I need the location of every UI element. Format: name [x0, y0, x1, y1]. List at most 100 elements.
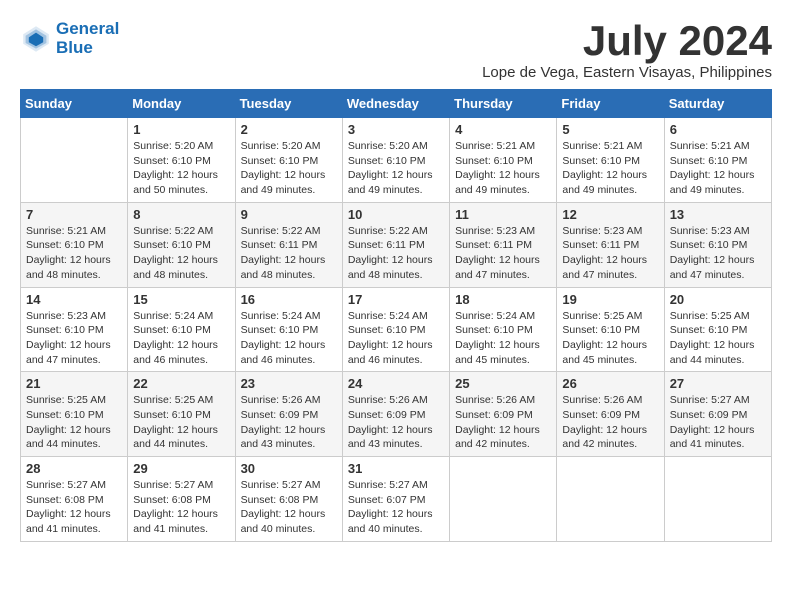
day-info: Sunrise: 5:27 AMSunset: 6:08 PMDaylight:…	[241, 478, 337, 537]
day-number: 19	[562, 292, 658, 307]
calendar-cell	[557, 457, 664, 542]
day-number: 9	[241, 207, 337, 222]
day-number: 21	[26, 376, 122, 391]
title-block: July 2024 Lope de Vega, Eastern Visayas,…	[482, 20, 772, 81]
calendar-cell	[664, 457, 771, 542]
calendar-cell: 27 Sunrise: 5:27 AMSunset: 6:09 PMDayligh…	[664, 372, 771, 457]
calendar-cell: 1 Sunrise: 5:20 AMSunset: 6:10 PMDaylight…	[128, 118, 235, 203]
day-info: Sunrise: 5:22 AMSunset: 6:11 PMDaylight:…	[348, 224, 444, 283]
day-info: Sunrise: 5:24 AMSunset: 6:10 PMDaylight:…	[348, 309, 444, 368]
calendar-cell: 8Sunrise: 5:22 AMSunset: 6:10 PMDaylight…	[128, 202, 235, 287]
day-number: 8	[133, 207, 229, 222]
day-info: Sunrise: 5:20 AMSunset: 6:10 PMDaylight:…	[241, 139, 337, 198]
calendar-cell: 9 Sunrise: 5:22 AMSunset: 6:11 PMDaylight…	[235, 202, 342, 287]
day-number: 15	[133, 292, 229, 307]
day-number: 25	[455, 376, 551, 391]
day-number: 18	[455, 292, 551, 307]
logo-text: General Blue	[56, 20, 119, 57]
calendar-cell: 29 Sunrise: 5:27 AMSunset: 6:08 PMDayligh…	[128, 457, 235, 542]
calendar-cell: 17 Sunrise: 5:24 AMSunset: 6:10 PMDayligh…	[342, 287, 449, 372]
col-saturday: Saturday	[664, 90, 771, 118]
calendar-cell: 10Sunrise: 5:22 AMSunset: 6:11 PMDayligh…	[342, 202, 449, 287]
day-info: Sunrise: 5:26 AMSunset: 6:09 PMDaylight:…	[348, 393, 444, 452]
logo-icon	[20, 23, 52, 55]
day-info: Sunrise: 5:23 AMSunset: 6:11 PMDaylight:…	[562, 224, 658, 283]
day-number: 4	[455, 122, 551, 137]
day-number: 26	[562, 376, 658, 391]
calendar-cell: 28 Sunrise: 5:27 AMSunset: 6:08 PMDayligh…	[21, 457, 128, 542]
day-number: 11	[455, 207, 551, 222]
day-number: 1	[133, 122, 229, 137]
day-info: Sunrise: 5:25 AMSunset: 6:10 PMDaylight:…	[562, 309, 658, 368]
day-info: Sunrise: 5:25 AMSunset: 6:10 PMDaylight:…	[26, 393, 122, 452]
day-info: Sunrise: 5:26 AMSunset: 6:09 PMDaylight:…	[241, 393, 337, 452]
day-info: Sunrise: 5:24 AMSunset: 6:10 PMDaylight:…	[241, 309, 337, 368]
calendar-cell: 15 Sunrise: 5:24 AMSunset: 6:10 PMDayligh…	[128, 287, 235, 372]
day-info: Sunrise: 5:23 AMSunset: 6:10 PMDaylight:…	[26, 309, 122, 368]
location: Lope de Vega, Eastern Visayas, Philippin…	[482, 64, 772, 81]
col-wednesday: Wednesday	[342, 90, 449, 118]
day-number: 20	[670, 292, 766, 307]
day-info: Sunrise: 5:25 AMSunset: 6:10 PMDaylight:…	[133, 393, 229, 452]
day-info: Sunrise: 5:21 AMSunset: 6:10 PMDaylight:…	[455, 139, 551, 198]
day-number: 16	[241, 292, 337, 307]
day-number: 13	[670, 207, 766, 222]
day-number: 27	[670, 376, 766, 391]
page-header: General Blue July 2024 Lope de Vega, Eas…	[20, 20, 772, 81]
day-number: 3	[348, 122, 444, 137]
day-number: 2	[241, 122, 337, 137]
col-thursday: Thursday	[450, 90, 557, 118]
calendar-cell	[450, 457, 557, 542]
day-info: Sunrise: 5:24 AMSunset: 6:10 PMDaylight:…	[455, 309, 551, 368]
day-number: 23	[241, 376, 337, 391]
logo: General Blue	[20, 20, 119, 57]
calendar-cell: 30Sunrise: 5:27 AMSunset: 6:08 PMDayligh…	[235, 457, 342, 542]
calendar-cell: 13Sunrise: 5:23 AMSunset: 6:10 PMDayligh…	[664, 202, 771, 287]
calendar-cell: 21 Sunrise: 5:25 AMSunset: 6:10 PMDayligh…	[21, 372, 128, 457]
day-info: Sunrise: 5:27 AMSunset: 6:09 PMDaylight:…	[670, 393, 766, 452]
calendar-cell: 14 Sunrise: 5:23 AMSunset: 6:10 PMDayligh…	[21, 287, 128, 372]
day-info: Sunrise: 5:27 AMSunset: 6:08 PMDaylight:…	[26, 478, 122, 537]
calendar-cell: 18 Sunrise: 5:24 AMSunset: 6:10 PMDayligh…	[450, 287, 557, 372]
day-number: 7	[26, 207, 122, 222]
day-info: Sunrise: 5:27 AMSunset: 6:07 PMDaylight:…	[348, 478, 444, 537]
day-number: 29	[133, 461, 229, 476]
day-info: Sunrise: 5:21 AMSunset: 6:10 PMDaylight:…	[26, 224, 122, 283]
day-info: Sunrise: 5:23 AMSunset: 6:11 PMDaylight:…	[455, 224, 551, 283]
day-info: Sunrise: 5:25 AMSunset: 6:10 PMDaylight:…	[670, 309, 766, 368]
day-info: Sunrise: 5:21 AMSunset: 6:10 PMDaylight:…	[562, 139, 658, 198]
day-info: Sunrise: 5:26 AMSunset: 6:09 PMDaylight:…	[562, 393, 658, 452]
calendar-week-3: 14 Sunrise: 5:23 AMSunset: 6:10 PMDayligh…	[21, 287, 772, 372]
calendar-cell: 22Sunrise: 5:25 AMSunset: 6:10 PMDayligh…	[128, 372, 235, 457]
day-info: Sunrise: 5:22 AMSunset: 6:11 PMDaylight:…	[241, 224, 337, 283]
day-number: 14	[26, 292, 122, 307]
calendar-cell: 24Sunrise: 5:26 AMSunset: 6:09 PMDayligh…	[342, 372, 449, 457]
month-title: July 2024	[482, 20, 772, 62]
calendar-cell: 5 Sunrise: 5:21 AMSunset: 6:10 PMDaylight…	[557, 118, 664, 203]
calendar-cell: 6 Sunrise: 5:21 AMSunset: 6:10 PMDaylight…	[664, 118, 771, 203]
col-sunday: Sunday	[21, 90, 128, 118]
day-info: Sunrise: 5:27 AMSunset: 6:08 PMDaylight:…	[133, 478, 229, 537]
day-number: 31	[348, 461, 444, 476]
calendar-table: Sunday Monday Tuesday Wednesday Thursday…	[20, 89, 772, 542]
day-number: 28	[26, 461, 122, 476]
day-number: 5	[562, 122, 658, 137]
day-info: Sunrise: 5:24 AMSunset: 6:10 PMDaylight:…	[133, 309, 229, 368]
day-info: Sunrise: 5:20 AMSunset: 6:10 PMDaylight:…	[348, 139, 444, 198]
calendar-header-row: Sunday Monday Tuesday Wednesday Thursday…	[21, 90, 772, 118]
calendar-cell: 16 Sunrise: 5:24 AMSunset: 6:10 PMDayligh…	[235, 287, 342, 372]
day-number: 17	[348, 292, 444, 307]
calendar-cell: 25Sunrise: 5:26 AMSunset: 6:09 PMDayligh…	[450, 372, 557, 457]
calendar-cell	[21, 118, 128, 203]
calendar-cell: 31 Sunrise: 5:27 AMSunset: 6:07 PMDayligh…	[342, 457, 449, 542]
day-number: 6	[670, 122, 766, 137]
calendar-cell: 26 Sunrise: 5:26 AMSunset: 6:09 PMDayligh…	[557, 372, 664, 457]
calendar-cell: 23 Sunrise: 5:26 AMSunset: 6:09 PMDayligh…	[235, 372, 342, 457]
day-info: Sunrise: 5:21 AMSunset: 6:10 PMDaylight:…	[670, 139, 766, 198]
calendar-cell: 12Sunrise: 5:23 AMSunset: 6:11 PMDayligh…	[557, 202, 664, 287]
calendar-cell: 11 Sunrise: 5:23 AMSunset: 6:11 PMDayligh…	[450, 202, 557, 287]
col-monday: Monday	[128, 90, 235, 118]
col-friday: Friday	[557, 90, 664, 118]
day-info: Sunrise: 5:20 AMSunset: 6:10 PMDaylight:…	[133, 139, 229, 198]
col-tuesday: Tuesday	[235, 90, 342, 118]
